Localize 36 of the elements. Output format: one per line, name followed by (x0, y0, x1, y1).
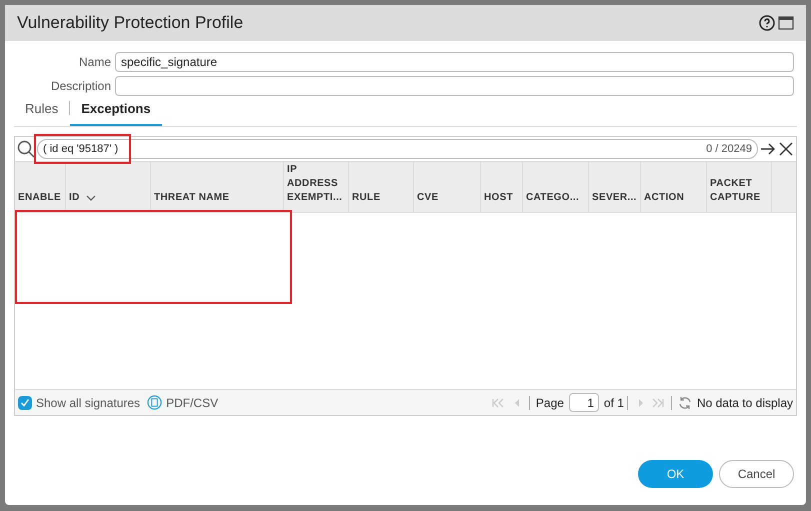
column-header[interactable]: CATEGO... (523, 162, 589, 212)
close-icon[interactable] (778, 141, 794, 157)
filter-field[interactable]: ( id eq '95187' ) 0 / 20249 (37, 139, 758, 159)
column-header[interactable]: RULE (349, 162, 414, 212)
column-header[interactable]: SEVER... (589, 162, 641, 212)
page-count: of 1 (604, 394, 624, 412)
status-text: No data to display (696, 394, 793, 412)
page-field[interactable]: 1 (568, 393, 599, 412)
match-count: 0 / 20249 (706, 142, 752, 157)
column-header[interactable]: ENABLE (15, 162, 66, 212)
column-header[interactable]: THREAT NAME (151, 162, 284, 212)
column-header[interactable]: PACKET CAPTURE (707, 162, 772, 212)
text-field[interactable] (115, 76, 794, 96)
page-label: Page (536, 394, 564, 412)
tab[interactable]: Exceptions (70, 98, 162, 126)
check-icon (20, 398, 30, 408)
column-header[interactable]: ACTION (641, 162, 707, 212)
document-icon (147, 395, 162, 410)
field-label: Name (78, 54, 112, 71)
search-icon (17, 140, 35, 158)
window-icon[interactable] (778, 16, 794, 30)
show-all-checkbox[interactable]: Show all signatures (18, 394, 140, 412)
column-header[interactable]: HOST (481, 162, 523, 212)
refresh-icon[interactable] (678, 396, 692, 410)
field-label: Description (50, 78, 112, 95)
text-field[interactable]: specific_signature (115, 52, 794, 72)
help-icon[interactable] (759, 15, 775, 31)
export-link[interactable]: PDF/CSV (147, 394, 218, 412)
column-header[interactable]: CVE (414, 162, 481, 212)
column-header[interactable]: IP ADDRESS EXEMPTI... (284, 162, 349, 212)
column-header[interactable]: ID (66, 162, 151, 212)
sort-caret-icon[interactable] (86, 195, 96, 201)
window-title: Vulnerability Protection Profile (17, 12, 244, 34)
cancel-button[interactable]: Cancel (719, 460, 794, 488)
apply-arrow-icon[interactable] (760, 142, 776, 156)
tab[interactable]: Rules (14, 98, 70, 126)
